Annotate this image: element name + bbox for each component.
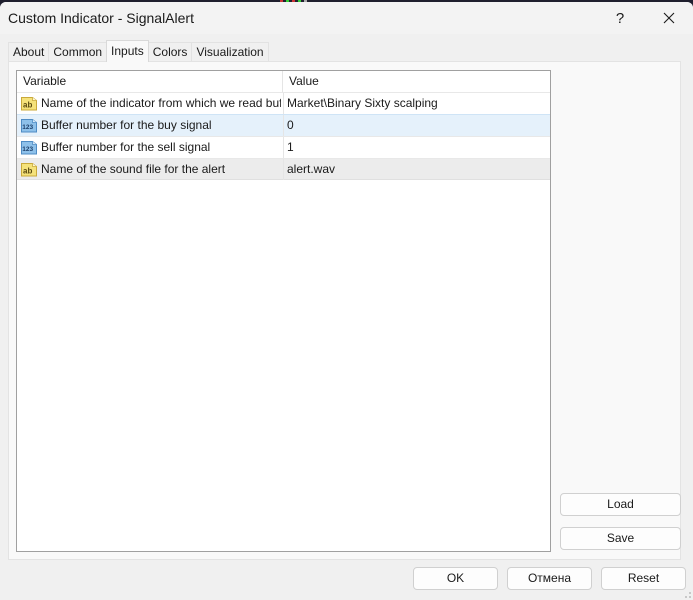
close-icon: [663, 12, 675, 24]
column-header-variable[interactable]: Variable: [17, 71, 283, 92]
variable-value[interactable]: 0: [287, 115, 547, 136]
string-type-icon: ab: [21, 163, 37, 177]
variable-name: Buffer number for the sell signal: [41, 140, 211, 154]
close-button[interactable]: [646, 2, 692, 34]
variable-name: Name of the indicator from which we read…: [41, 96, 281, 110]
resize-grip-icon[interactable]: [684, 591, 692, 599]
variable-value[interactable]: Market\Binary Sixty scalping: [287, 93, 547, 114]
tab-about[interactable]: About: [8, 42, 50, 62]
load-button[interactable]: Load: [560, 493, 681, 516]
table-header: Variable Value: [17, 71, 550, 92]
variable-value[interactable]: alert.wav: [287, 159, 547, 180]
table-row[interactable]: ab Name of the sound file for the alert …: [17, 158, 550, 180]
svg-text:123: 123: [22, 124, 33, 131]
help-icon: ?: [615, 9, 625, 27]
variable-name: Buffer number for the buy signal: [41, 118, 212, 132]
variable-value[interactable]: 1: [287, 137, 547, 158]
column-separator: [283, 115, 284, 136]
reset-button[interactable]: Reset: [601, 567, 686, 590]
column-header-value[interactable]: Value: [283, 71, 550, 92]
tab-common[interactable]: Common: [48, 42, 108, 62]
table-row[interactable]: ab Name of the indicator from which we r…: [17, 92, 550, 114]
table-row[interactable]: 123 Buffer number for the buy signal 0: [17, 114, 550, 136]
svg-text:ab: ab: [23, 101, 32, 110]
save-button[interactable]: Save: [560, 527, 681, 550]
ok-button[interactable]: OK: [413, 567, 498, 590]
table-row[interactable]: 123 Buffer number for the sell signal 1: [17, 136, 550, 158]
column-separator: [283, 159, 284, 180]
integer-type-icon: 123: [21, 119, 37, 133]
tab-colors[interactable]: Colors: [147, 42, 193, 62]
integer-type-icon: 123: [21, 141, 37, 155]
tab-visualization[interactable]: Visualization: [191, 42, 269, 62]
svg-text:ab: ab: [23, 167, 32, 176]
svg-text:123: 123: [22, 146, 33, 153]
custom-indicator-dialog: Custom Indicator - SignalAlert ? About C…: [0, 2, 693, 600]
variable-name: Name of the sound file for the alert: [41, 162, 226, 176]
title-bar: Custom Indicator - SignalAlert ?: [0, 2, 693, 34]
column-separator: [283, 93, 284, 114]
help-button[interactable]: ?: [597, 2, 643, 34]
cancel-button[interactable]: Отмена: [507, 567, 592, 590]
column-separator: [283, 137, 284, 158]
tab-inputs[interactable]: Inputs: [106, 40, 149, 62]
window-title: Custom Indicator - SignalAlert: [8, 10, 194, 26]
inputs-table: Variable Value ab Name of the indicator …: [16, 70, 551, 552]
string-type-icon: ab: [21, 97, 37, 111]
tab-bar: About Common Inputs Colors Visualization: [8, 40, 269, 62]
